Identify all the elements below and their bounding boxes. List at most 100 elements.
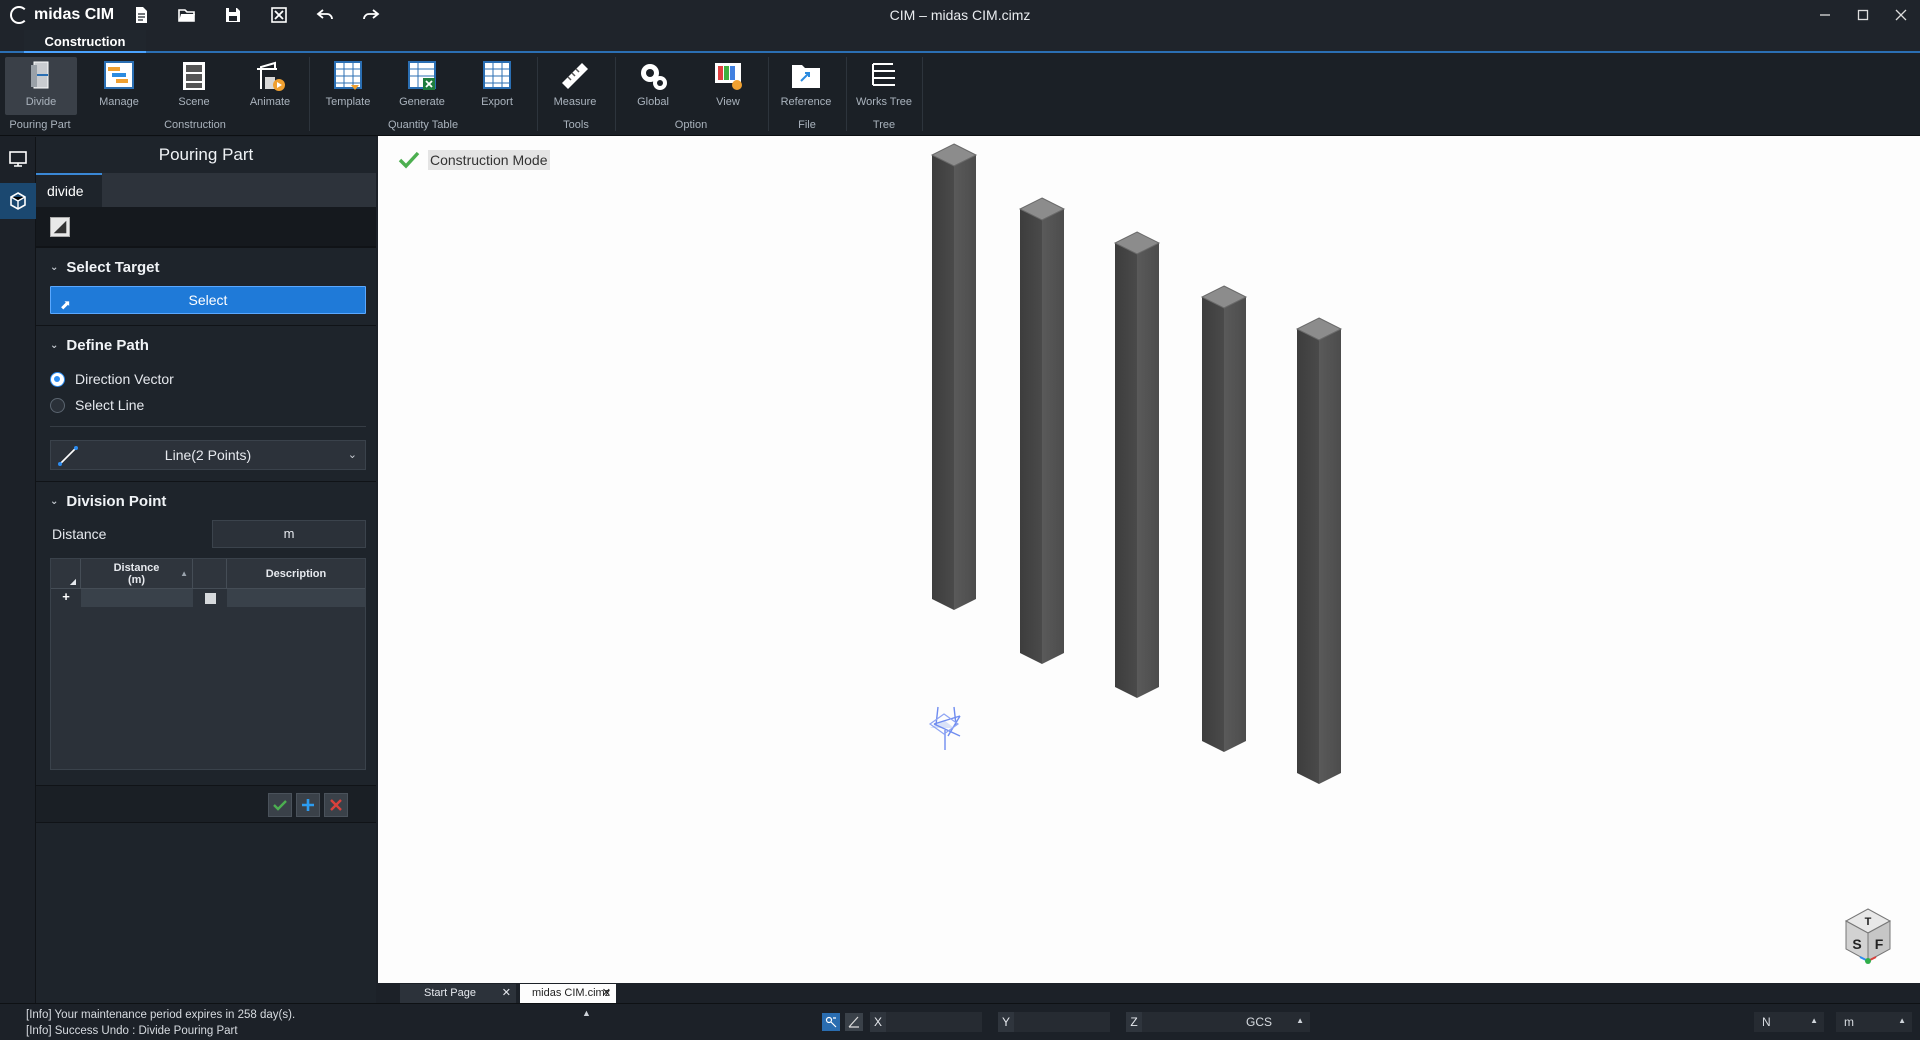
close-window-button[interactable] <box>1882 0 1920 30</box>
logo-icon <box>10 6 28 24</box>
export-button[interactable]: Export <box>461 57 533 115</box>
message-line: [Info] Success Undo : Divide Pouring Par… <box>26 1025 238 1037</box>
description-cell[interactable] <box>227 589 365 607</box>
close-file-button[interactable] <box>256 0 302 30</box>
radio-direction-vector[interactable]: Direction Vector <box>50 369 174 389</box>
generate-button[interactable]: Generate <box>386 57 458 115</box>
column-header-check[interactable] <box>193 559 227 588</box>
chevron-up-icon: ▲ <box>1296 1016 1304 1025</box>
panel-title: Pouring Part <box>158 145 254 164</box>
save-button[interactable] <box>210 0 256 30</box>
close-tab-icon[interactable]: ✕ <box>602 984 611 1003</box>
chevron-down-icon: ⌄ <box>50 262 59 273</box>
title-bar: midas CIM CIM – midas CIM.cimz <box>0 0 1920 30</box>
column-header-description[interactable]: Description <box>227 559 365 588</box>
ribbon-group-quantity-table: Quantity Table <box>387 119 459 131</box>
ribbon-group-tree: Tree <box>872 119 896 131</box>
3d-viewport[interactable]: T S F Construction Mode <box>378 136 1920 983</box>
table-row-new: + <box>51 589 365 607</box>
row-header-corner[interactable]: ◢ <box>51 559 81 588</box>
section-header[interactable]: ⌄ Define Path <box>36 332 376 360</box>
minimize-button[interactable] <box>1806 0 1844 30</box>
check-icon <box>398 151 420 169</box>
open-file-button[interactable] <box>164 0 210 30</box>
measure-button[interactable]: Measure <box>539 57 611 115</box>
force-unit-select[interactable]: N ▲ <box>1754 1012 1824 1032</box>
ribbon: Divide Manage Scene Animate Template Gen… <box>0 53 1920 136</box>
model-panel-button[interactable] <box>0 183 36 219</box>
coordinate-system-select[interactable]: GCS ▲ <box>1238 1012 1310 1032</box>
distance-cell[interactable] <box>81 589 193 607</box>
manage-icon <box>104 61 134 89</box>
doc-tab-start-page[interactable]: Start Page ✕ <box>400 984 516 1003</box>
chevron-down-icon: ⌄ <box>50 340 59 351</box>
left-icon-strip <box>0 137 36 1003</box>
message-line: [Info] Your maintenance period expires i… <box>26 1009 296 1021</box>
cancel-button[interactable] <box>324 793 348 817</box>
view-cube[interactable]: T S F <box>1844 908 1892 964</box>
reference-button[interactable]: Reference <box>770 57 842 115</box>
checkbox[interactable] <box>204 592 216 604</box>
works-tree-icon <box>872 63 895 86</box>
column[interactable] <box>1295 317 1343 784</box>
model-scene[interactable]: T S F <box>378 136 1920 983</box>
column[interactable] <box>1018 197 1066 664</box>
add-button[interactable] <box>296 793 320 817</box>
pick-tool-icon <box>53 220 67 234</box>
column[interactable] <box>1113 231 1161 698</box>
message-log: [Info] Your maintenance period expires i… <box>26 1006 600 1040</box>
animate-button[interactable]: Animate <box>234 57 306 115</box>
measure-icon <box>562 63 588 89</box>
maximize-button[interactable] <box>1844 0 1882 30</box>
section-header[interactable]: ⌄ Select Target <box>36 254 376 282</box>
view-icon <box>715 63 742 90</box>
template-icon <box>334 61 362 90</box>
logo-text: midas CIM <box>34 6 115 23</box>
radio-select-line[interactable]: Select Line <box>50 395 144 415</box>
section-header[interactable]: ⌄ Division Point <box>36 488 376 516</box>
distance-input[interactable]: m <box>212 520 366 548</box>
apply-button[interactable] <box>268 793 292 817</box>
line-type-dropdown[interactable]: Line(2 Points) ⌄ <box>50 440 366 470</box>
snap-toggle[interactable] <box>822 1013 840 1031</box>
column[interactable] <box>930 143 978 610</box>
ribbon-group-tools: Tools <box>563 119 589 131</box>
status-bar: [Info] Your maintenance period expires i… <box>0 1003 1920 1040</box>
manage-button[interactable]: Manage <box>83 57 155 115</box>
message-scroll-up-icon[interactable]: ▲ <box>582 1008 591 1018</box>
column[interactable] <box>1200 285 1248 752</box>
radio-button <box>50 397 65 413</box>
template-button[interactable]: Template <box>312 57 384 115</box>
chevron-up-icon: ▲ <box>1898 1016 1906 1025</box>
x-coordinate-field[interactable] <box>886 1012 982 1032</box>
radio-button <box>50 371 65 387</box>
chevron-down-icon: ⌄ <box>50 496 59 507</box>
length-unit-select[interactable]: m ▲ <box>1836 1012 1912 1032</box>
z-coordinate-field[interactable] <box>1142 1012 1238 1032</box>
works-tree-button[interactable]: Works Tree <box>848 57 920 115</box>
tab-construction[interactable]: Construction <box>24 30 146 53</box>
z-label: Z <box>1126 1012 1142 1032</box>
presentation-panel-button[interactable] <box>0 141 36 177</box>
global-button[interactable]: Global <box>617 57 689 115</box>
y-coordinate-field[interactable] <box>1014 1012 1110 1032</box>
view-button[interactable]: View <box>692 57 764 115</box>
close-tab-icon[interactable]: ✕ <box>502 984 511 1003</box>
redo-button[interactable] <box>348 0 394 30</box>
new-file-button[interactable] <box>118 0 164 30</box>
undo-button[interactable] <box>302 0 348 30</box>
grid-snap-toggle[interactable] <box>845 1013 863 1031</box>
column-header-distance[interactable]: Distance (m) ▲ <box>81 559 193 588</box>
select-button[interactable]: ⬈ Select <box>50 286 366 314</box>
minimize-icon <box>1820 14 1830 16</box>
divide-button[interactable]: Divide <box>5 57 77 115</box>
scene-button[interactable]: Scene <box>158 57 230 115</box>
doc-tab-midas-cim[interactable]: midas CIM.cimz ✕ <box>520 984 616 1003</box>
division-point-table: ◢ Distance (m) ▲ Description + <box>50 558 366 770</box>
chevron-down-icon: ⌄ <box>347 449 357 461</box>
tab-divide[interactable]: divide <box>36 173 102 207</box>
checkbox-cell[interactable] <box>193 589 227 607</box>
pick-tool-button[interactable] <box>50 217 70 237</box>
panel-tab-bar: divide <box>36 173 376 207</box>
direction-gizmo[interactable] <box>928 706 961 750</box>
